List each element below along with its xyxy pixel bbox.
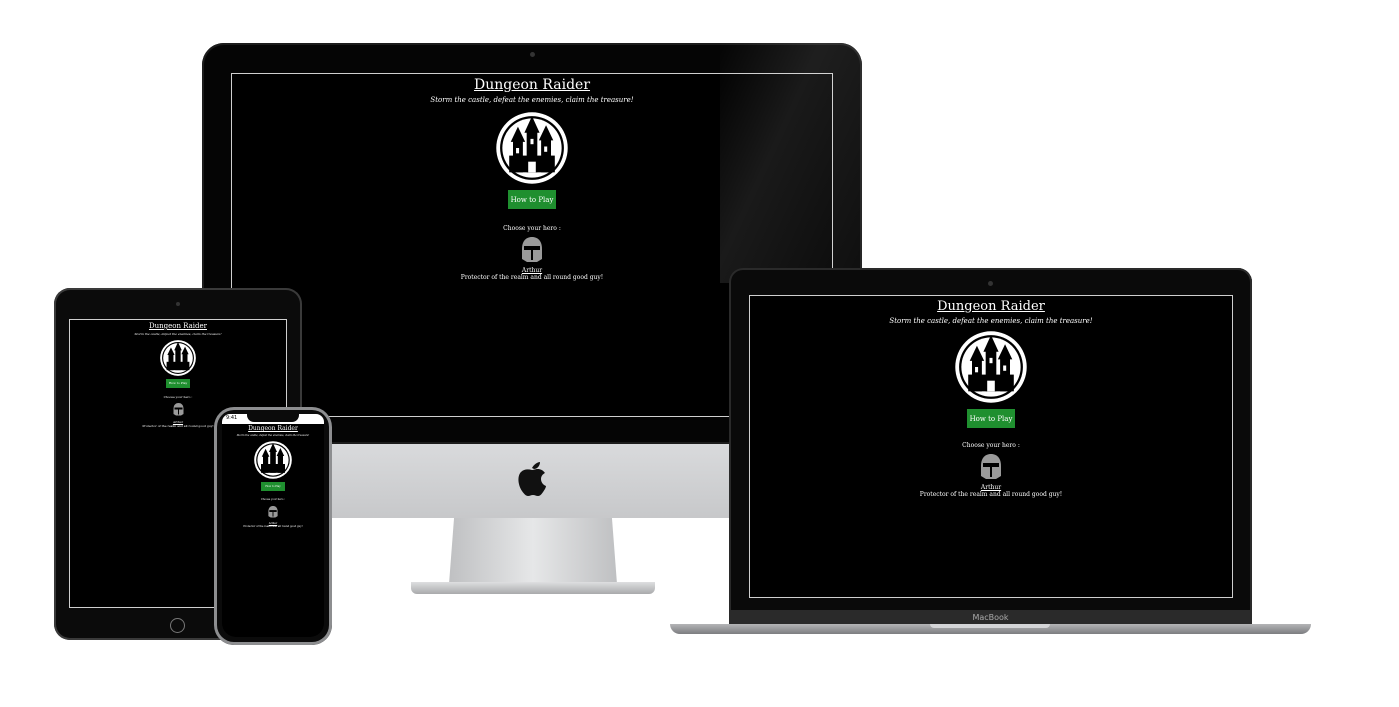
hero-description: Protector of the realm and all round goo… bbox=[460, 274, 604, 282]
phone-status-time: 9:41 bbox=[226, 415, 238, 421]
tablet-camera bbox=[176, 302, 180, 306]
page-title: Dungeon Raider bbox=[248, 425, 298, 432]
knight-helmet-icon[interactable] bbox=[267, 503, 279, 522]
page-tagline: Storm the castle, defeat the enemies, cl… bbox=[889, 317, 1093, 326]
page-title: Dungeon Raider bbox=[937, 299, 1045, 314]
imac-glare bbox=[720, 43, 862, 283]
how-to-play-button[interactable]: How to Play bbox=[508, 190, 556, 210]
castle-icon bbox=[494, 110, 570, 186]
choose-hero-label: Choose your hero : bbox=[962, 442, 1020, 450]
page-tagline: Storm the castle, defeat the enemies, cl… bbox=[236, 433, 310, 437]
page-tagline: Storm the castle, defeat the enemies, cl… bbox=[430, 96, 634, 105]
choose-hero-label: Choose your hero : bbox=[260, 497, 286, 501]
page-title: Dungeon Raider bbox=[148, 322, 207, 330]
how-to-play-button[interactable]: How to Play bbox=[967, 409, 1015, 429]
imac-stand bbox=[449, 518, 617, 584]
hero-name[interactable]: Arthur bbox=[522, 267, 542, 274]
castle-icon bbox=[159, 339, 197, 377]
laptop-brand-label: MacBook bbox=[972, 613, 1009, 622]
laptop-camera bbox=[988, 281, 993, 286]
castle-icon bbox=[253, 440, 293, 480]
imac-camera bbox=[530, 52, 535, 57]
knight-helmet-icon[interactable] bbox=[172, 401, 185, 420]
how-to-play-button[interactable]: How to Play bbox=[261, 481, 285, 491]
knight-helmet-icon[interactable] bbox=[978, 452, 1004, 484]
hero-name[interactable]: Arthur bbox=[981, 484, 1001, 491]
hero-description: Protector of the realm and all round goo… bbox=[243, 524, 303, 528]
hero-description: Protector of the realm and all round goo… bbox=[142, 423, 214, 428]
hero-description: Protector of the realm and all round goo… bbox=[919, 491, 1063, 499]
choose-hero-label: Choose your hero : bbox=[503, 225, 561, 233]
page-tagline: Storm the castle, defeat the enemies, cl… bbox=[134, 331, 222, 336]
phone-notch bbox=[247, 413, 299, 422]
imac-stand-foot bbox=[411, 582, 655, 594]
knight-helmet-icon[interactable] bbox=[519, 235, 545, 267]
phone-screen: Dungeon Raider Storm the castle, defeat … bbox=[222, 424, 324, 637]
tablet-home-button[interactable] bbox=[170, 618, 185, 633]
choose-hero-label: Choose your hero : bbox=[163, 394, 193, 399]
page-title: Dungeon Raider bbox=[473, 77, 591, 93]
apple-logo-icon bbox=[515, 458, 549, 502]
laptop-opening-notch bbox=[930, 624, 1050, 628]
castle-icon bbox=[953, 329, 1029, 405]
how-to-play-button[interactable]: How to Play bbox=[166, 378, 190, 388]
laptop-screen: Dungeon Raider Storm the castle, defeat … bbox=[749, 295, 1233, 598]
